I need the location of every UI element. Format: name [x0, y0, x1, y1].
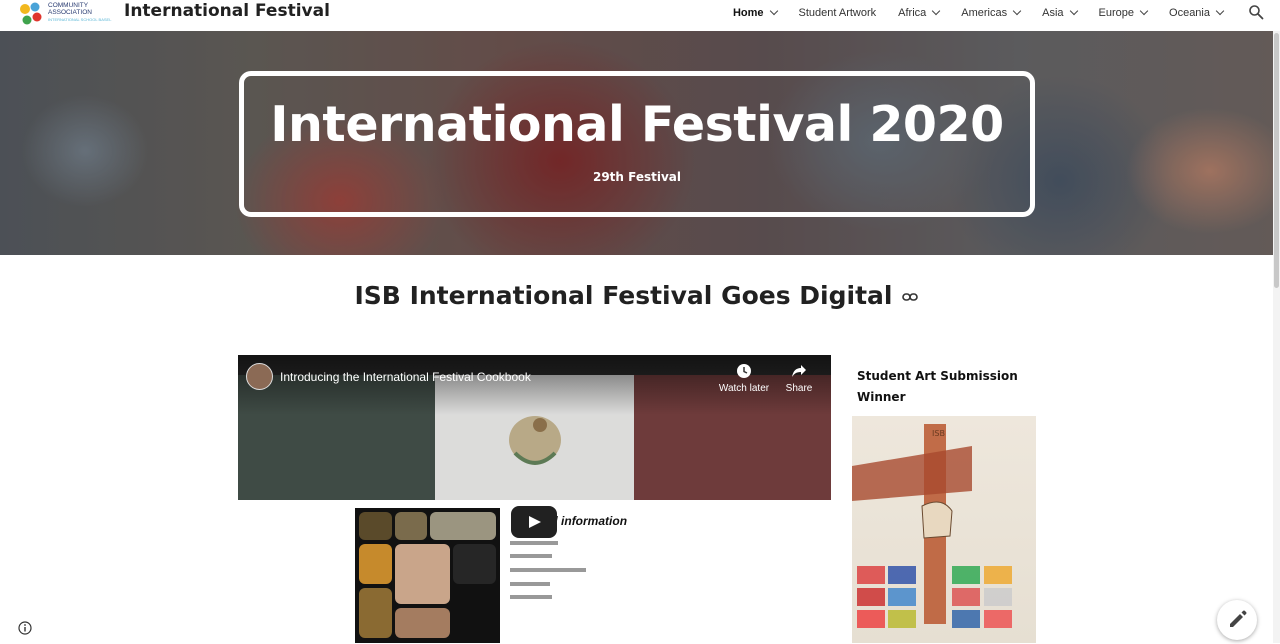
chevron-down-icon: [1012, 6, 1022, 16]
info-line: [510, 595, 552, 599]
share-icon: [792, 365, 806, 377]
video-thumbnail: Introducing the International Festival C…: [238, 355, 831, 500]
edit-button[interactable]: [1217, 600, 1257, 640]
student-art-drawing: ISB: [852, 424, 1012, 628]
site-title[interactable]: International Festival: [124, 1, 330, 21]
search-icon[interactable]: [1248, 4, 1264, 20]
logo-subtext: INTERNATIONAL SCHOOL BASEL: [48, 17, 112, 22]
info-line: [510, 554, 552, 558]
info-line: [510, 541, 558, 545]
info-line: [510, 568, 586, 572]
nav-student-artwork[interactable]: Student Artwork: [788, 6, 888, 20]
chevron-down-icon: [1215, 6, 1225, 16]
play-button[interactable]: [511, 506, 557, 538]
share-button[interactable]: Share: [782, 363, 816, 394]
info-icon[interactable]: [18, 621, 32, 635]
chevron-down-icon: [1069, 6, 1078, 16]
chevron-down-icon: [932, 6, 941, 16]
community-association-logo[interactable]: COMMUNITY ASSOCIATION INTERNATIONAL SCHOO…: [18, 1, 114, 27]
top-bar: COMMUNITY ASSOCIATION INTERNATIONAL SCHOO…: [0, 0, 1280, 31]
link-icon[interactable]: [902, 291, 919, 303]
hero-title: International Festival 2020: [270, 96, 1004, 153]
logo-petals-icon: [20, 2, 42, 25]
hero-subtitle: 29th Festival: [592, 170, 682, 184]
logo-text: COMMUNITY ASSOCIATION: [48, 2, 92, 16]
nav-oceania[interactable]: Oceania: [1158, 6, 1234, 20]
svg-text:ISB: ISB: [932, 429, 945, 438]
info-line: [510, 582, 550, 586]
nav-africa[interactable]: Africa: [887, 6, 950, 20]
chevron-down-icon: [769, 6, 778, 16]
art-submission-title: Student Art Submission Winner: [857, 369, 1018, 404]
youtube-video-embed[interactable]: Introducing the International Festival C…: [238, 355, 831, 643]
channel-avatar[interactable]: [246, 363, 273, 390]
page-scrollbar[interactable]: [1274, 33, 1279, 288]
watch-later-button[interactable]: Watch later: [716, 363, 772, 394]
pencil-icon: [1230, 610, 1247, 627]
nav-home[interactable]: Home: [722, 6, 788, 20]
nav-europe[interactable]: Europe: [1088, 6, 1158, 20]
video-title[interactable]: Introducing the International Festival C…: [280, 370, 531, 384]
cookbook-photo-collage: [355, 508, 500, 643]
chevron-down-icon: [1139, 6, 1149, 16]
clock-icon: [737, 364, 751, 378]
section-heading-text: ISB International Festival Goes Digital: [354, 281, 893, 310]
student-art-image[interactable]: ISB: [852, 416, 1036, 643]
nav-americas[interactable]: Americas: [950, 6, 1031, 20]
section-heading: ISB International Festival Goes Digital: [0, 281, 1273, 310]
main-nav: Home Student Artwork Africa Americas Asi…: [722, 6, 1234, 20]
nav-asia[interactable]: Asia: [1031, 6, 1087, 20]
hero-banner: International Festival 2020 29th Festiva…: [0, 31, 1273, 255]
